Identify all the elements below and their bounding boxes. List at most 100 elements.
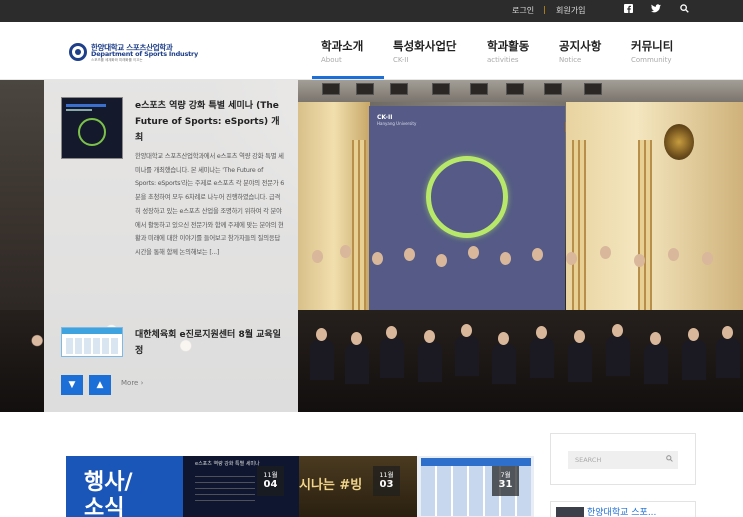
person-face [468, 246, 479, 259]
person-figure [682, 340, 706, 380]
hero-pillar [352, 140, 366, 320]
nav-label: 학과활동 [487, 39, 530, 53]
wall-medallion [664, 124, 694, 160]
nav-label: 공지사항 [559, 39, 602, 53]
events-news-tile[interactable]: 행사/ 소식 [66, 456, 183, 517]
search-box [568, 451, 678, 469]
date-day: 03 [379, 479, 394, 490]
logo-tagline: 스포츠를 세계화와 미래화를 이끄는 [91, 58, 143, 62]
person-face [316, 328, 327, 341]
person-face [650, 332, 661, 345]
person-figure [345, 344, 369, 384]
person-face [461, 324, 472, 337]
person-figure [568, 342, 592, 382]
recent-post-widget[interactable]: 한양대학교 스포... [550, 501, 696, 517]
nav-item-ck2[interactable]: 특성화사업단 CK-II [393, 38, 456, 64]
person-face [312, 250, 323, 263]
person-face [634, 254, 645, 267]
prev-post-button[interactable]: ▼ [61, 375, 83, 395]
date-badge: 7월 31 [492, 466, 519, 496]
date-month: 11월 [263, 471, 278, 479]
nav-sublabel: Community [631, 56, 672, 64]
person-face [536, 326, 547, 339]
person-face [500, 252, 511, 265]
person-figure [530, 338, 554, 378]
person-figure [455, 336, 479, 376]
search-input[interactable] [568, 451, 660, 469]
facebook-icon[interactable] [622, 4, 634, 16]
nav-item-notice[interactable]: 공지사항 Notice [559, 38, 601, 64]
screen-logo-sub: Hanyang University [377, 121, 417, 126]
person-face [702, 252, 713, 265]
thumbnail-graphic [62, 328, 122, 334]
person-face [574, 330, 585, 343]
chevron-down-icon: ▼ [68, 380, 76, 390]
screen-logo: CK-II Hanyang University [377, 114, 416, 126]
hero-wall-right [566, 102, 743, 322]
gallery-tile-title: e스포츠 역량 강화 특별 세미나 [195, 461, 260, 467]
nav-sublabel: activities [487, 56, 519, 64]
recent-post-title[interactable]: 한양대학교 스포... [587, 505, 656, 517]
date-badge: 11월 03 [373, 466, 400, 496]
post-title[interactable]: 대한체육회 e진로지원센터 8월 교육일정 [135, 327, 287, 359]
person-figure [418, 342, 442, 382]
person-face [600, 246, 611, 259]
active-nav-indicator [312, 76, 384, 79]
person-figure [644, 344, 668, 384]
post-thumbnail[interactable] [61, 97, 123, 159]
screen-logo-text: CK-II [377, 114, 393, 121]
nav-sublabel: CK-II [393, 56, 409, 64]
person-face [404, 248, 415, 261]
post-title[interactable]: e스포츠 역량 강화 특별 세미나 (The Future of Sports:… [135, 98, 283, 146]
signup-link[interactable]: 회원가입 [556, 5, 585, 16]
site-logo[interactable]: 한양대학교 스포츠산업학과 Department of Sports Indus… [69, 41, 198, 63]
nav-item-community[interactable]: 커뮤니티 Community [631, 38, 673, 64]
calendar-header [421, 458, 531, 466]
topbar-separator: | [543, 5, 546, 14]
thumbnail-graphic [66, 104, 106, 107]
post-thumbnail[interactable] [61, 327, 123, 357]
stage-light-icon [432, 83, 450, 95]
person-face [668, 248, 679, 261]
events-news-label: 행사/ 소식 [84, 470, 133, 517]
gallery-tile-graphic [195, 476, 255, 506]
hero-ceiling [298, 80, 743, 102]
thumbnail-graphic [66, 338, 118, 354]
nav-item-about[interactable]: 학과소개 About [321, 38, 363, 64]
search-submit-button[interactable] [660, 451, 678, 469]
login-link[interactable]: 로그인 [512, 5, 534, 16]
date-day: 04 [263, 479, 278, 490]
stage-light-icon [506, 83, 524, 95]
next-post-button[interactable]: ▲ [89, 375, 111, 395]
stage-light-icon [390, 83, 408, 95]
nav-sublabel: Notice [559, 56, 582, 64]
person-figure [606, 336, 630, 376]
nav-label: 특성화사업단 [393, 39, 457, 53]
person-face [566, 252, 577, 265]
top-bar: 로그인 | 회원가입 [0, 0, 743, 22]
person-face [340, 245, 351, 258]
nav-item-activities[interactable]: 학과활동 activities [487, 38, 529, 64]
screen-ring-graphic [426, 156, 508, 238]
date-month: 7월 [500, 471, 511, 479]
site-header: 한양대학교 스포츠산업학과 Department of Sports Indus… [0, 22, 743, 80]
person-face [612, 324, 623, 337]
recent-post-thumbnail [556, 507, 584, 517]
chevron-up-icon: ▲ [96, 380, 104, 390]
date-badge: 11월 04 [257, 466, 284, 496]
person-face [688, 328, 699, 341]
person-face [722, 326, 733, 339]
date-month: 11월 [379, 471, 394, 479]
thumbnail-graphic [78, 118, 106, 146]
post-excerpt: 한양대학교 스포츠산업학과에서 e스포츠 역량 강화 특별 세미나를 개최했습니… [135, 153, 285, 256]
search-icon[interactable] [678, 4, 690, 16]
person-face [498, 332, 509, 345]
thumbnail-graphic [66, 109, 92, 111]
nav-sublabel: About [321, 56, 342, 64]
twitter-icon[interactable] [650, 4, 662, 16]
stage-screen: CK-II Hanyang University [369, 106, 565, 314]
person-figure [492, 344, 516, 384]
more-link[interactable]: More › [121, 379, 143, 387]
person-figure [310, 340, 334, 380]
university-emblem-icon [69, 43, 87, 61]
